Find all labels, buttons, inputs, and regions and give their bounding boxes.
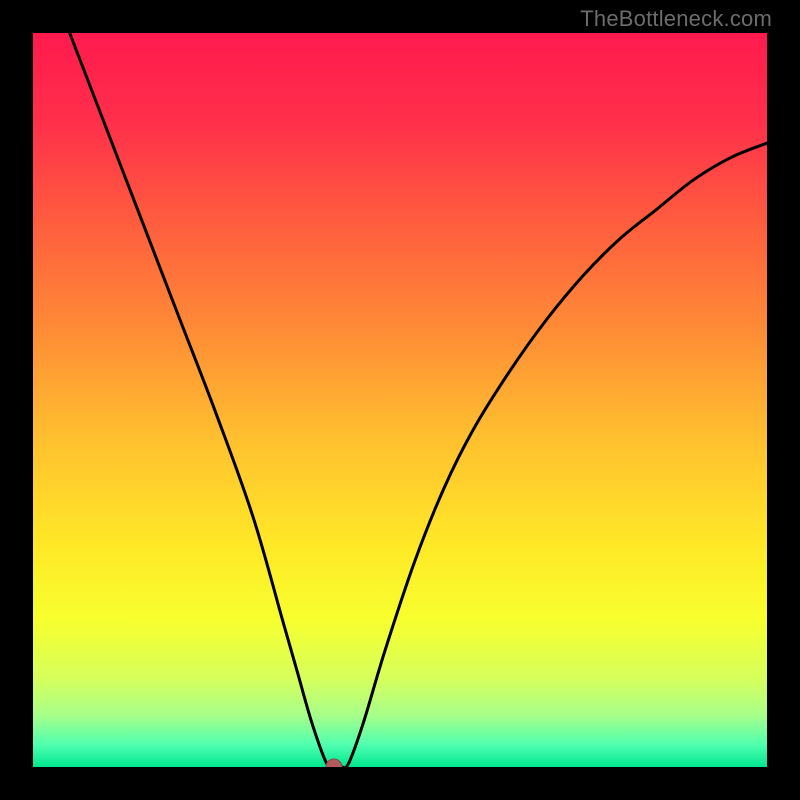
- minimum-marker: [326, 759, 342, 767]
- watermark-text: TheBottleneck.com: [580, 6, 772, 32]
- chart-frame: TheBottleneck.com: [0, 0, 800, 800]
- plot-area: [33, 33, 767, 767]
- bottleneck-curve: [70, 33, 767, 767]
- curve-layer: [33, 33, 767, 767]
